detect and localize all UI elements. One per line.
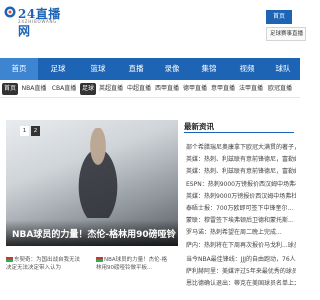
flag-icon [96,257,103,262]
latest-news-divider [184,132,294,133]
site-header: 24直播网 24ZHIBOWANG 首页 足球赛事直播 [0,0,306,50]
main-nav: 首页 足球 篮球 直播 录像 集锦 视频 球队 [0,58,300,80]
thumb-card-1[interactable]: 东契奇：为国出战自我无法决定无法决定带入认为 [6,256,82,272]
news-item[interactable]: 恩比德确认退出：蒂克在美国球员名单上之列... [186,278,296,290]
latest-news-list-2: 当今NBA最佳锋线：JJJ的自由跑动，76人怒击... 萨利赫阿里：美媒评过5年… [186,254,296,290]
nav-item-football[interactable]: 足球 [38,58,78,80]
subnav-item-football[interactable]: 足球 [80,83,96,95]
site-logo[interactable]: 24直播网 24ZHIBOWANG [4,5,64,38]
thumb-card-2[interactable]: NBA球员的力量！杰伦-格林用90磅哑铃做平板... [96,256,172,272]
news-item[interactable]: 泰晤士报：700万欧即可签下中锋奎尔... [186,203,296,215]
sub-nav: 首页 NBA直播 CBA直播 足球 英超直播 中超直播 西甲直播 德甲直播 意甲… [0,80,300,98]
latest-news-list: 部个希腊瑞尼奥康拿下欧冠大满贯的著子，重返... 英媒：热刺、利兹联有意前锋德尼… [186,142,296,252]
news-item[interactable]: 当今NBA最佳锋线：JJJ的自由跑动，76人怒击... [186,254,296,266]
subnav-item-epl[interactable]: 英超直播 [98,83,124,95]
news-item[interactable]: ESPN：热刺9000万镑报价西汉姆中场弗杜斯... [186,179,296,191]
logo-subtitle: 24ZHIBOWANG [18,19,58,24]
nav-item-live[interactable]: 直播 [118,58,154,80]
search-tab-home[interactable]: 首页 [266,10,292,24]
pager-dot-2[interactable]: 2 [31,126,40,136]
search-suggestion[interactable]: 足球赛事直播 [266,27,306,41]
subnav-item-ligue1[interactable]: 法甲直播 [238,83,264,95]
subnav-item-seriea[interactable]: 意甲直播 [210,83,236,95]
hero-pager: 1 2 [20,126,40,136]
subnav-item-home[interactable]: 首页 [2,83,18,95]
nav-item-replay[interactable]: 录像 [154,58,190,80]
nav-item-video[interactable]: 视频 [228,58,266,80]
pager-dot-1[interactable]: 1 [20,126,29,136]
news-item[interactable]: 部个希腊瑞尼奥康拿下欧冠大满贯的著子，重返... [186,142,296,154]
subnav-item-csl[interactable]: 中超直播 [126,83,152,95]
hero-title[interactable]: NBA球员的力量！杰伦-格林用90磅哑铃做平板... [12,227,176,240]
flag-icon [6,257,13,262]
news-item[interactable]: 萨内：热刺将在下周再次报价马戈利...球员... [186,240,296,252]
news-item[interactable]: 英媒：热刺9000万镑报价西汉姆中场弗杜斯... [186,191,296,203]
nav-item-home[interactable]: 首页 [0,58,38,80]
thumb-caption[interactable]: NBA球员的力量！杰伦-格林用90磅哑铃做平板... [96,256,172,272]
nav-item-teams[interactable]: 球队 [266,58,300,80]
subnav-item-cba[interactable]: CBA直播 [50,83,78,95]
logo-mark-icon [4,6,16,18]
subnav-item-ucl[interactable]: 欧冠直播 [266,83,294,95]
news-item[interactable]: 萨利赫阿里：美媒评过5年来最优秀的球员TOP5... [186,266,296,278]
subnav-item-bundesliga[interactable]: 德甲直播 [182,83,208,95]
hero-caption: NBA球员的力量！杰伦-格林用90磅哑铃做平板... [6,220,178,246]
news-item[interactable]: 罗马诺：热刺希望在周二晚上完成... [186,227,296,239]
hero-image [68,128,128,218]
latest-news-title: 最新资讯 [184,122,214,131]
nav-item-basketball[interactable]: 篮球 [78,58,118,80]
hero-slide[interactable]: 1 2 NBA球员的力量！杰伦-格林用90磅哑铃做平板... [6,120,178,246]
news-item[interactable]: 英媒：热刺、利兹联有意前锋德尼，富勒姆... [186,154,296,166]
nav-item-highlights[interactable]: 集锦 [190,58,228,80]
search-area: 首页 足球赛事直播 [266,10,306,44]
subnav-item-laliga[interactable]: 西甲直播 [154,83,180,95]
news-item[interactable]: 英媒：热刺、利兹联有意前锋德尼，富勒姆... [186,166,296,178]
news-item[interactable]: 蒙联：穆雷签下埃弗顿后卫德和蒙托斯... [186,215,296,227]
thumb-caption[interactable]: 东契奇：为国出战自我无法决定无法决定带入认为 [6,256,82,272]
subnav-item-nba[interactable]: NBA直播 [20,83,48,95]
